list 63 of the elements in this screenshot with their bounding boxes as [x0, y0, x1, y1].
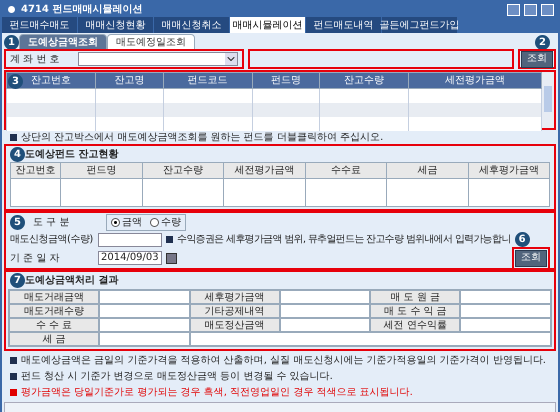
- tab[interactable]: 펀드매도내역: [306, 17, 381, 33]
- window-title: 4714 펀드매매시뮬레이션: [21, 3, 144, 17]
- column-header: 펀드코드: [163, 72, 252, 88]
- notice-text: 매도예상금액은 금일의 기준가격을 적용하여 산출하며, 실질 매도신청시에는 기준가적용일의 기준가격이 반영됩니다.: [21, 354, 546, 368]
- search-button[interactable]: 조회: [515, 250, 547, 266]
- result-label: 세전 연수익률: [370, 318, 460, 332]
- radio-option[interactable]: 수량: [150, 214, 181, 230]
- app-icon: [6, 4, 17, 15]
- field-label: 매도신청금액(수량): [10, 233, 94, 247]
- column-header: 세전평가금액: [224, 162, 305, 178]
- result-label: 기타공제내역: [190, 304, 280, 318]
- column-header: 잔고수량: [320, 72, 409, 88]
- section-title: 도예상펀드 잔고현황: [25, 148, 118, 162]
- tab[interactable]: 매매신청현황: [78, 17, 153, 33]
- radio-option[interactable]: 금액: [111, 214, 142, 230]
- result-label: 매 도 수 익 금: [370, 304, 460, 318]
- result-label: 세 금: [9, 332, 99, 346]
- account-label: 계 좌 번 호: [10, 52, 61, 66]
- notice-text: 펀드 청산 시 기준가 변경으로 매도정산금액 등이 변경될 수 있습니다.: [21, 370, 333, 384]
- bullet-icon: [10, 134, 17, 140]
- column-header: 잔고수량: [142, 162, 224, 178]
- column-header: 잔고번호: [10, 162, 60, 178]
- bullet-icon: [10, 373, 17, 380]
- sub-tab[interactable]: 매도예정일조회: [107, 34, 195, 50]
- bullet-icon: [166, 236, 173, 243]
- hint-text: 상단의 잔고박스에서 매도예상금액조회를 원하는 펀드를 더블클릭하여 주십시오.: [21, 130, 384, 144]
- column-header: 세전평가금액: [408, 72, 542, 88]
- column-header: 펀드명: [252, 72, 320, 88]
- number-badge: 7: [10, 273, 25, 288]
- number-badge: 2: [535, 34, 550, 50]
- tab[interactable]: 매매신청취소: [154, 17, 229, 33]
- account-dropdown[interactable]: [78, 52, 238, 66]
- result-label: 매 도 원 금: [370, 290, 460, 304]
- tab[interactable]: 매매시뮬레이션: [230, 17, 305, 33]
- caret-icon: [225, 53, 237, 65]
- number-badge: 5: [10, 214, 25, 230]
- hint-text: 수익증권은 세후평가금액 범위, 뮤추얼펀드는 잔고수량 범위내에서 입력가능합니: [177, 233, 511, 247]
- result-label: 매도거래수량: [9, 304, 99, 318]
- column-header: 수수료: [305, 162, 386, 178]
- notice-text: 평가금액은 당일기준가로 평가되는 경우 흑색, 직전영업일인 경우 적색으로 표시됩니다.: [21, 386, 413, 400]
- result-label: 세후평가금액: [190, 290, 280, 304]
- amount-field[interactable]: [98, 232, 162, 246]
- scrollbar[interactable]: [542, 72, 554, 128]
- column-header: 잔고명: [96, 72, 164, 88]
- result-label: 매도거래금액: [9, 290, 99, 304]
- date-field[interactable]: 2014/09/03: [98, 251, 162, 265]
- column-header: 세금: [386, 162, 468, 178]
- result-label: 수 수 료: [9, 318, 99, 332]
- number-badge: 4: [10, 146, 25, 162]
- column-header: 펀드명: [60, 162, 142, 178]
- tab[interactable]: 골든에그펀드가입: [382, 17, 457, 33]
- tab[interactable]: 펀드매수매도: [2, 17, 77, 33]
- number-badge: 1: [4, 34, 19, 50]
- bullet-icon: [10, 357, 17, 364]
- field-label: 도 구 분: [33, 216, 70, 230]
- sub-tab[interactable]: 도예상금액조회: [19, 34, 107, 50]
- result-label: 매도정산금액: [190, 318, 280, 332]
- number-badge: 6: [514, 232, 530, 247]
- section-title: 도예상금액처리 결과: [25, 274, 118, 288]
- column-header: 세후평가금액: [468, 162, 550, 178]
- search-button[interactable]: 조회: [521, 50, 553, 68]
- bullet-icon: [10, 389, 17, 396]
- field-label: 기 준 일 자: [10, 252, 61, 266]
